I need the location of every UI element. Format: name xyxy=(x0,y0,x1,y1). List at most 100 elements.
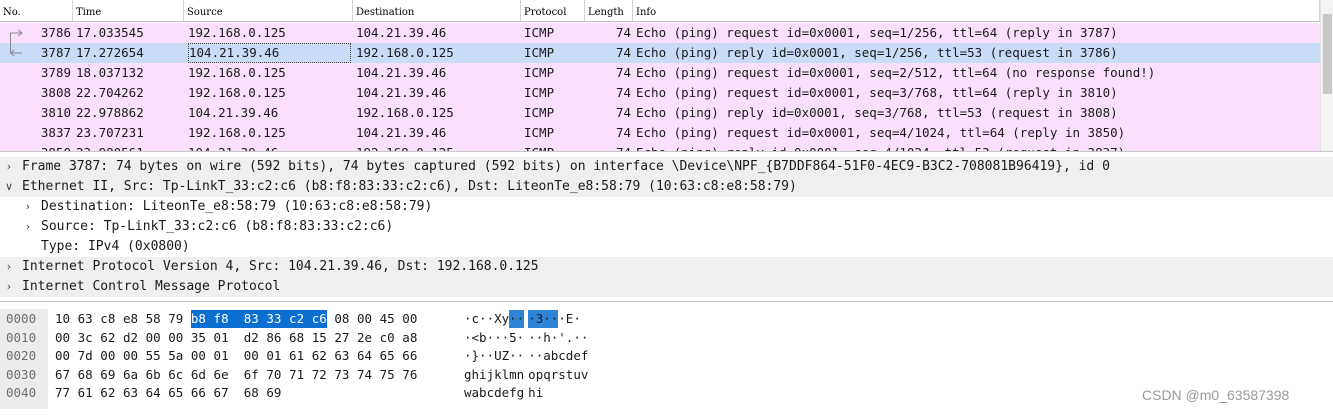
hex-byte[interactable]: 62 xyxy=(100,329,115,347)
hex-byte[interactable]: d2 xyxy=(244,329,259,347)
hex-byte[interactable]: 58 xyxy=(146,310,161,328)
column-header-time[interactable]: Time xyxy=(73,0,184,22)
column-header-info[interactable]: Info xyxy=(633,0,1320,22)
hex-byte[interactable]: 01 xyxy=(266,347,281,365)
hex-byte[interactable]: 61 xyxy=(289,347,304,365)
hex-byte[interactable]: 15 xyxy=(312,329,327,347)
hex-byte[interactable]: 69 xyxy=(100,366,115,384)
hex-byte[interactable]: 00 xyxy=(100,347,115,365)
hex-byte[interactable]: 66 xyxy=(191,384,206,402)
packet-row-selected[interactable]: 3787 17.272654 104.21.39.46 192.168.0.125 IC… xyxy=(0,43,1320,63)
hex-byte[interactable]: 33 xyxy=(266,310,289,328)
hex-byte[interactable]: 7d xyxy=(78,347,93,365)
chevron-right-icon[interactable]: › xyxy=(22,217,34,237)
hex-byte[interactable]: d2 xyxy=(123,329,138,347)
protocol-tree-subitem[interactable]: › Destination: LiteonTe_e8:58:79 (10:63:c… xyxy=(0,197,1333,217)
hex-byte[interactable]: 63 xyxy=(334,347,349,365)
chevron-right-icon[interactable]: › xyxy=(22,197,34,217)
protocol-tree-subitem[interactable]: Type: IPv4 (0x0800) xyxy=(0,237,1333,257)
column-header-protocol[interactable]: Protocol xyxy=(521,0,585,22)
hex-byte[interactable]: e8 xyxy=(123,310,138,328)
hex-byte[interactable]: 00 xyxy=(191,347,206,365)
packet-row[interactable]: 3786 17.033545 192.168.0.125 104.21.39.46 IC… xyxy=(0,23,1320,43)
hex-byte[interactable]: 00 xyxy=(146,329,161,347)
hex-byte[interactable]: 68 xyxy=(289,329,304,347)
hex-byte[interactable]: c8 xyxy=(100,310,115,328)
ascii-left[interactable]: ·<b···5· xyxy=(464,329,524,347)
hex-byte[interactable]: 6d xyxy=(191,366,206,384)
column-header-source[interactable]: Source xyxy=(184,0,353,22)
chevron-right-icon[interactable]: › xyxy=(3,257,15,277)
protocol-tree-item[interactable]: › Frame 3787: 74 bytes on wire (592 bits)… xyxy=(0,157,1333,177)
packet-row[interactable]: 3850 23.980561 104.21.39.46 192.168.0.125 IC… xyxy=(0,143,1320,151)
ascii-right[interactable]: ··abcdef xyxy=(528,347,588,365)
hex-byte[interactable]: 68 xyxy=(244,384,259,402)
packet-row[interactable]: 3808 22.704262 192.168.0.125 104.21.39.46 IC… xyxy=(0,83,1320,103)
column-header-no[interactable]: No. xyxy=(0,0,73,22)
chevron-right-icon[interactable]: › xyxy=(3,157,15,177)
hex-byte[interactable]: 00 xyxy=(168,329,183,347)
packet-row[interactable]: 3789 18.037132 192.168.0.125 104.21.39.46 IC… xyxy=(0,63,1320,83)
chevron-down-icon[interactable]: ∨ xyxy=(3,177,15,197)
hex-byte[interactable]: 72 xyxy=(312,366,327,384)
hex-byte[interactable]: 70 xyxy=(266,366,281,384)
packet-list-scrollbar[interactable] xyxy=(1320,0,1333,151)
scrollbar-thumb[interactable] xyxy=(1323,14,1332,94)
hex-byte[interactable]: 10 xyxy=(55,310,70,328)
hex-byte[interactable]: 55 xyxy=(146,347,161,365)
hex-byte[interactable]: 6e xyxy=(214,366,229,384)
hex-byte[interactable]: 00 xyxy=(123,347,138,365)
hex-byte[interactable]: a8 xyxy=(402,329,417,347)
hex-byte[interactable]: 5a xyxy=(168,347,183,365)
hex-byte[interactable]: 62 xyxy=(100,384,115,402)
packet-details-pane[interactable]: › Frame 3787: 74 bytes on wire (592 bits)… xyxy=(0,152,1333,302)
hex-byte[interactable]: 76 xyxy=(402,366,417,384)
protocol-tree-item[interactable]: › Internet Control Message Protocol xyxy=(0,277,1333,297)
hex-byte[interactable]: 83 xyxy=(243,310,267,328)
hex-byte[interactable]: 64 xyxy=(146,384,161,402)
column-header-destination[interactable]: Destination xyxy=(353,0,521,22)
packet-row[interactable]: 3837 23.707231 192.168.0.125 104.21.39.46 IC… xyxy=(0,123,1320,143)
hex-byte[interactable]: 6a xyxy=(123,366,138,384)
hex-byte[interactable]: 3c xyxy=(78,329,93,347)
hex-byte[interactable]: 68 xyxy=(78,366,93,384)
hex-byte[interactable]: 62 xyxy=(312,347,327,365)
hex-byte[interactable]: 71 xyxy=(289,366,304,384)
chevron-right-icon[interactable]: › xyxy=(3,277,15,297)
packet-list-pane[interactable]: No. Time Source Destination Protocol Len… xyxy=(0,0,1333,152)
ascii-left[interactable]: wabcdefg xyxy=(464,384,524,402)
hex-byte[interactable]: 63 xyxy=(78,310,93,328)
hex-byte[interactable]: 00 xyxy=(55,329,70,347)
hex-byte[interactable]: 00 xyxy=(357,310,372,328)
column-header-length[interactable]: Length xyxy=(585,0,633,22)
ascii-right[interactable]: ·3···E· xyxy=(528,310,581,328)
hex-byte[interactable]: 64 xyxy=(357,347,372,365)
hex-byte[interactable]: 08 xyxy=(334,310,349,328)
hex-byte[interactable]: 75 xyxy=(380,366,395,384)
ascii-left[interactable]: ghijklmn xyxy=(464,366,524,384)
hex-byte[interactable]: 00 xyxy=(55,347,70,365)
hex-byte[interactable]: f8 xyxy=(213,310,244,328)
hex-byte[interactable]: 27 xyxy=(334,329,349,347)
hex-byte[interactable]: 79 xyxy=(168,310,183,328)
hex-byte[interactable]: 66 xyxy=(402,347,417,365)
hex-byte[interactable]: 00 xyxy=(402,310,417,328)
hex-byte[interactable]: 01 xyxy=(214,329,229,347)
ascii-right[interactable]: hi xyxy=(528,384,543,402)
hex-byte[interactable]: 77 xyxy=(55,384,70,402)
hex-byte[interactable]: 6b xyxy=(146,366,161,384)
hex-byte[interactable]: 74 xyxy=(357,366,372,384)
hex-byte[interactable]: 73 xyxy=(334,366,349,384)
hex-byte[interactable]: 45 xyxy=(380,310,395,328)
hex-byte[interactable]: c2 xyxy=(289,310,312,328)
protocol-tree-subitem[interactable]: › Source: Tp-LinkT_33:c2:c6 (b8:f8:83:33:… xyxy=(0,217,1333,237)
hex-byte[interactable]: 61 xyxy=(78,384,93,402)
hex-byte[interactable]: 00 xyxy=(244,347,259,365)
packet-bytes-pane[interactable]: 0000 10 63 c8 e8 58 79 b8 f8 83 33 c2 c6 08 00 45 00 ·c··… xyxy=(0,306,1333,415)
hex-byte[interactable]: 6f xyxy=(244,366,259,384)
hex-byte[interactable]: 65 xyxy=(380,347,395,365)
ascii-left[interactable]: ·c··Xy·· xyxy=(464,310,524,328)
hex-byte[interactable]: 01 xyxy=(214,347,229,365)
hex-byte[interactable]: c0 xyxy=(380,329,395,347)
hex-byte[interactable]: 35 xyxy=(191,329,206,347)
